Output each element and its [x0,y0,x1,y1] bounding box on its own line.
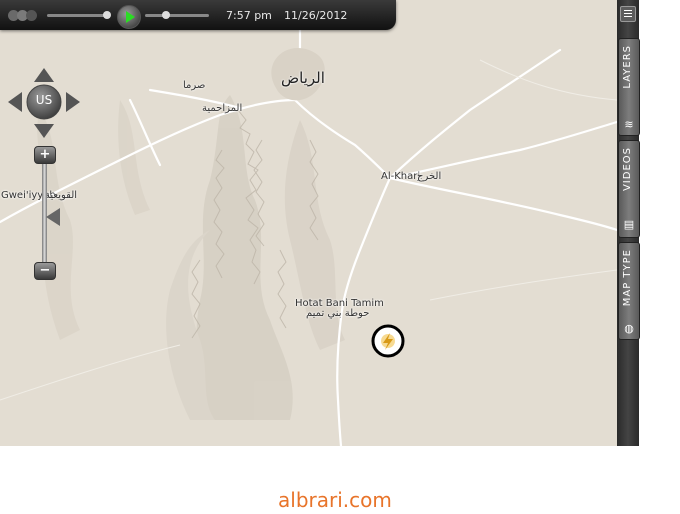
pan-up-arrow [34,68,54,82]
seek-knob[interactable] [103,11,111,19]
volume-knob[interactable] [162,11,170,19]
region-label[interactable]: US [34,93,54,107]
layers-button[interactable]: LAYERS ≋ [618,38,640,136]
credit-label: albrari.com [278,488,392,512]
play-button[interactable] [117,5,141,29]
label-alkharj-en: Al-Kharj [381,171,421,182]
map-type-button[interactable]: MAP TYPE ◍ [618,242,640,340]
pan-left-arrow [8,92,22,112]
layers-icon: ≋ [624,118,634,131]
map-type-label: MAP TYPE [622,249,633,307]
date-display: 11/26/2012 [284,9,348,22]
videos-label: VIDEOS [622,147,633,192]
map-view[interactable]: الرياض صرما المزاحمية Gwei'iyyah القويعي… [0,0,617,446]
pan-control[interactable]: US [8,68,80,138]
videos-button[interactable]: VIDEOS ▤ [618,140,640,238]
volume-track[interactable] [145,14,209,17]
layers-label: LAYERS [622,45,633,89]
player-bar: 7:57 pm 11/26/2012 [0,0,396,30]
label-sarma: صرما [183,80,206,91]
map-canvas[interactable] [0,0,617,446]
globe-icon: ◍ [624,322,634,335]
side-panel: LAYERS ≋ VIDEOS ▤ MAP TYPE ◍ [617,0,640,446]
time-display: 7:57 pm [226,9,272,22]
seek-track[interactable] [47,14,109,17]
label-alkharj-ar: الخرج [417,171,442,182]
zoom-in-button[interactable]: + [34,146,56,164]
pan-down-arrow [34,124,54,138]
label-hotat-ar: حوطة بني تميم [306,308,370,319]
zoom-slider-knob[interactable] [46,208,60,226]
zoom-out-button[interactable]: − [34,262,56,280]
marker[interactable] [371,324,405,358]
label-riyadh: الرياض [281,69,325,87]
zoom-control[interactable]: + − [34,146,60,280]
label-muzahimiyah: المزاحمية [202,103,243,114]
menu-icon[interactable] [620,6,636,22]
record-icon-3[interactable] [26,10,37,21]
pan-right-arrow [66,92,80,112]
film-icon: ▤ [623,218,635,231]
